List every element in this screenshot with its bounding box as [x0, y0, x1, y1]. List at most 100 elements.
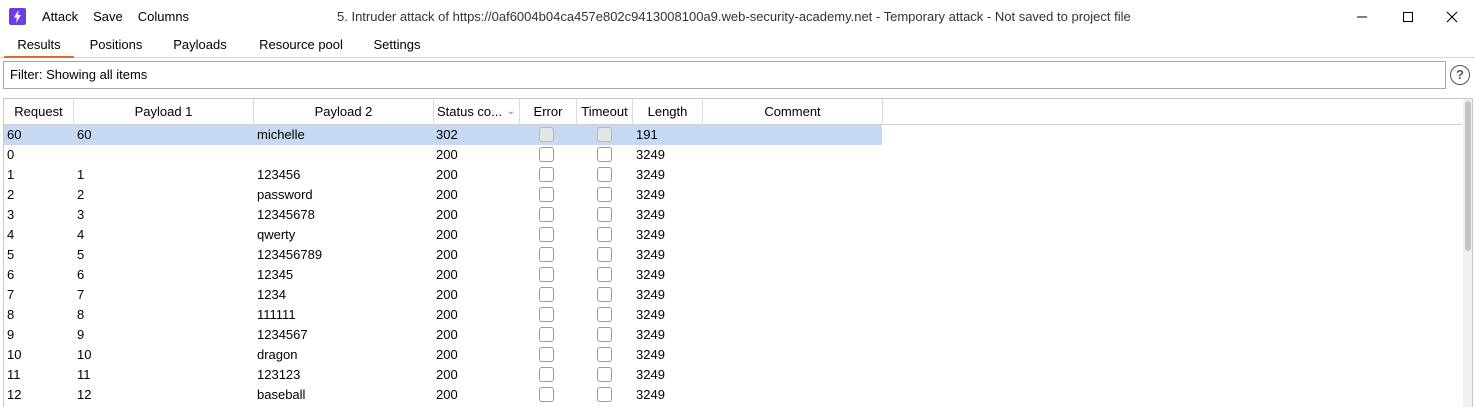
timeout-checkbox[interactable]	[597, 367, 612, 382]
cell-payload-1: 8	[77, 307, 85, 322]
error-checkbox[interactable]	[539, 227, 554, 242]
timeout-checkbox[interactable]	[597, 127, 612, 142]
table-row[interactable]: 8 8 111111 200 3249	[4, 305, 1462, 325]
cell-comment	[706, 185, 882, 205]
cell-request: 10	[7, 347, 22, 362]
timeout-checkbox[interactable]	[597, 247, 612, 262]
cell-length: 3249	[636, 187, 665, 202]
timeout-checkbox[interactable]	[597, 287, 612, 302]
filter-bar[interactable]: Filter: Showing all items	[3, 61, 1446, 89]
table-row[interactable]: 5 5 123456789 200 3249	[4, 245, 1462, 265]
table-row[interactable]: 1 1 123456 200 3249	[4, 165, 1462, 185]
cell-request: 6	[7, 267, 15, 282]
error-checkbox[interactable]	[539, 327, 554, 342]
cell-comment	[706, 205, 882, 225]
error-checkbox[interactable]	[539, 187, 554, 202]
cell-status: 200	[436, 347, 458, 362]
table-row[interactable]: 11 11 123123 200 3249	[4, 365, 1462, 385]
timeout-checkbox[interactable]	[597, 167, 612, 182]
timeout-checkbox[interactable]	[597, 347, 612, 362]
table-row[interactable]: 60 60 michelle 302 191	[4, 125, 1462, 145]
timeout-checkbox[interactable]	[597, 267, 612, 282]
vertical-scrollbar[interactable]	[1463, 99, 1472, 407]
menu-save[interactable]: Save	[93, 8, 123, 25]
cell-payload-1: 11	[77, 367, 91, 382]
cell-payload-2: password	[257, 187, 313, 202]
column-header-status[interactable]: Status co... ⌄	[434, 99, 520, 125]
minimize-button[interactable]	[1339, 3, 1385, 30]
cell-request: 5	[7, 247, 15, 262]
cell-payload-2: 123456	[257, 167, 301, 182]
cell-length: 3249	[636, 207, 665, 222]
column-header-request[interactable]: Request	[4, 99, 74, 125]
help-icon[interactable]: ?	[1450, 65, 1470, 85]
timeout-checkbox[interactable]	[597, 147, 612, 162]
table-row[interactable]: 7 7 1234 200 3249	[4, 285, 1462, 305]
error-checkbox[interactable]	[539, 207, 554, 222]
table-row[interactable]: 0 200 3249	[4, 145, 1462, 165]
cell-status: 200	[436, 327, 458, 342]
cell-comment	[706, 265, 882, 285]
error-checkbox[interactable]	[539, 127, 554, 142]
timeout-checkbox[interactable]	[597, 387, 612, 402]
tab-results[interactable]: Results	[4, 33, 74, 58]
cell-payload-1: 3	[77, 207, 85, 222]
column-header-status-label: Status co...	[436, 104, 503, 119]
cell-length: 191	[636, 127, 658, 142]
column-header-payload-2[interactable]: Payload 2	[254, 99, 434, 125]
maximize-icon	[1403, 11, 1413, 22]
cell-status: 200	[436, 167, 458, 182]
table-row[interactable]: 10 10 dragon 200 3249	[4, 345, 1462, 365]
timeout-checkbox[interactable]	[597, 327, 612, 342]
tab-payloads[interactable]: Payloads	[162, 33, 238, 58]
table-row[interactable]: 4 4 qwerty 200 3249	[4, 225, 1462, 245]
column-header-error[interactable]: Error	[520, 99, 577, 125]
table-row[interactable]: 3 3 12345678 200 3249	[4, 205, 1462, 225]
error-checkbox[interactable]	[539, 387, 554, 402]
timeout-checkbox[interactable]	[597, 307, 612, 322]
cell-payload-1: 9	[77, 327, 85, 342]
cell-payload-2: qwerty	[257, 227, 296, 242]
close-button[interactable]	[1429, 3, 1475, 30]
cell-payload-2: 1234567	[257, 327, 308, 342]
error-checkbox[interactable]	[539, 287, 554, 302]
menu-columns[interactable]: Columns	[138, 8, 189, 25]
error-checkbox[interactable]	[539, 347, 554, 362]
cell-status: 200	[436, 227, 458, 242]
tab-resource-pool[interactable]: Resource pool	[248, 33, 354, 58]
menu-attack[interactable]: Attack	[42, 8, 78, 25]
cell-length: 3249	[636, 167, 665, 182]
timeout-checkbox[interactable]	[597, 227, 612, 242]
timeout-checkbox[interactable]	[597, 187, 612, 202]
cell-comment	[706, 125, 882, 145]
table-row[interactable]: 12 12 baseball 200 3249	[4, 385, 1462, 405]
column-header-comment[interactable]: Comment	[703, 99, 883, 125]
table-row[interactable]: 6 6 12345 200 3249	[4, 265, 1462, 285]
cell-comment	[706, 385, 882, 405]
error-checkbox[interactable]	[539, 367, 554, 382]
table-row[interactable]: 9 9 1234567 200 3249	[4, 325, 1462, 345]
cell-length: 3249	[636, 267, 665, 282]
cell-length: 3249	[636, 247, 665, 262]
table-row[interactable]: 2 2 password 200 3249	[4, 185, 1462, 205]
results-table: Request Payload 1 Payload 2 Status co...…	[3, 98, 1473, 407]
cell-status: 200	[436, 247, 458, 262]
tab-settings[interactable]: Settings	[362, 33, 432, 58]
cell-payload-2: 123123	[257, 367, 301, 382]
error-checkbox[interactable]	[539, 167, 554, 182]
timeout-checkbox[interactable]	[597, 207, 612, 222]
cell-comment	[706, 305, 882, 325]
cell-request: 12	[7, 387, 22, 402]
cell-status: 200	[436, 287, 458, 302]
error-checkbox[interactable]	[539, 247, 554, 262]
scrollbar-thumb[interactable]	[1465, 101, 1471, 251]
tab-positions[interactable]: Positions	[78, 33, 154, 58]
error-checkbox[interactable]	[539, 307, 554, 322]
column-header-timeout[interactable]: Timeout	[577, 99, 633, 125]
error-checkbox[interactable]	[539, 147, 554, 162]
error-checkbox[interactable]	[539, 267, 554, 282]
column-header-payload-1[interactable]: Payload 1	[74, 99, 254, 125]
sort-chevron-down-icon: ⌄	[506, 106, 515, 117]
maximize-button[interactable]	[1385, 3, 1431, 30]
column-header-length[interactable]: Length	[633, 99, 703, 125]
